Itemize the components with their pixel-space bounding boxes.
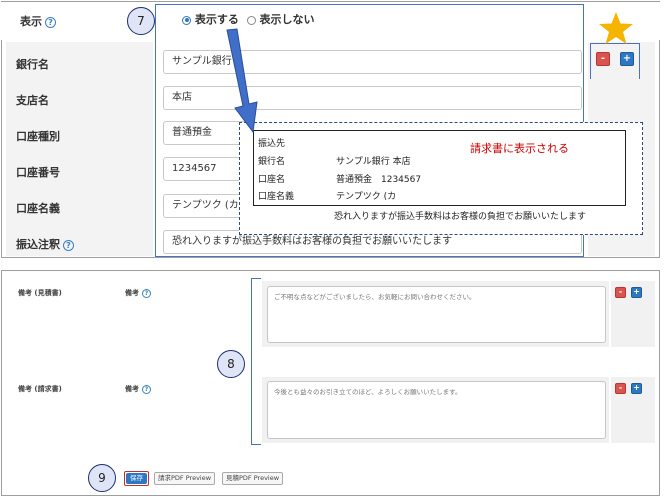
estimate-remark-label: 備考 (見積書) xyxy=(18,289,62,297)
radio-show-label: 表示する xyxy=(194,13,239,26)
remark-sublabel: 備考 xyxy=(125,385,139,393)
transfer-note-label: 振込注釈 xyxy=(16,238,60,251)
preview-note: 請求書に表示される xyxy=(470,142,569,155)
add-button[interactable]: + xyxy=(631,383,642,394)
preview-footer: 恐れ入りますが振込手数料はお客様の負担でお願いいたします xyxy=(334,212,587,222)
invoice-remark-textarea[interactable]: 今後とも益々のお引き立てのほど、よろしくお願いいたします。 xyxy=(267,381,606,439)
arrow-icon xyxy=(226,28,258,134)
preview-row-value: テンプツク (カ xyxy=(336,192,397,202)
preview-row-key: 銀行名 xyxy=(258,157,286,167)
radio-hide-label: 表示しない xyxy=(259,13,315,26)
preview-row-value: サンプル銀行 本店 xyxy=(336,157,411,167)
estimate-pdf-preview-button[interactable]: 見積PDF Preview xyxy=(222,472,284,485)
save-button[interactable]: 保存 xyxy=(126,473,147,484)
preview-row-key: 口座名 xyxy=(258,175,286,185)
invoice-remark-sublabel-wrap: 備考? xyxy=(125,384,151,394)
estimate-remark-textarea[interactable]: ご不明な点などがございましたら、お気軽にお問い合わせください。 xyxy=(267,286,606,343)
preview-row-value: 普通預金 1234567 xyxy=(336,175,422,185)
callout-7: 7 xyxy=(127,7,155,35)
bank-info-box xyxy=(253,130,626,206)
radio-hide[interactable] xyxy=(246,15,256,25)
labels-column xyxy=(6,42,153,256)
help-icon[interactable]: ? xyxy=(45,16,56,28)
invoice-remark-label: 備考 (請求書) xyxy=(18,385,62,393)
remarks-bracket xyxy=(251,278,261,445)
add-button[interactable]: + xyxy=(631,287,642,298)
bank-name-label: 銀行名 xyxy=(16,58,49,71)
display-label: 表示 xyxy=(20,15,42,28)
radio-show[interactable] xyxy=(182,15,191,25)
account-holder-label: 口座名義 xyxy=(16,202,60,215)
help-icon[interactable]: ? xyxy=(63,239,74,251)
add-button[interactable]: + xyxy=(620,52,634,66)
callout-9: 9 xyxy=(88,464,116,492)
account-number-label: 口座番号 xyxy=(16,166,60,179)
transfer-note-label-wrap: 振込注釈? xyxy=(16,236,74,252)
help-icon[interactable]: ? xyxy=(142,288,151,298)
remove-button[interactable]: - xyxy=(615,287,626,298)
display-label-wrap: 表示? xyxy=(20,13,56,29)
star-icon xyxy=(599,12,633,44)
callout-8: 8 xyxy=(217,350,245,378)
preview-row-key: 口座名義 xyxy=(258,192,295,202)
display-radio-group: 表示する 表示しない xyxy=(182,11,315,27)
branch-name-label: 支店名 xyxy=(16,94,49,107)
account-type-label: 口座種別 xyxy=(16,130,60,143)
remove-button[interactable]: - xyxy=(615,383,626,394)
invoice-pdf-preview-button[interactable]: 請求PDF Preview xyxy=(154,472,216,485)
help-icon[interactable]: ? xyxy=(142,384,151,394)
remark-sublabel: 備考 xyxy=(125,289,139,297)
estimate-remark-sublabel-wrap: 備考? xyxy=(125,288,151,298)
preview-heading: 振込先 xyxy=(258,139,286,149)
remove-button[interactable]: - xyxy=(596,52,610,66)
